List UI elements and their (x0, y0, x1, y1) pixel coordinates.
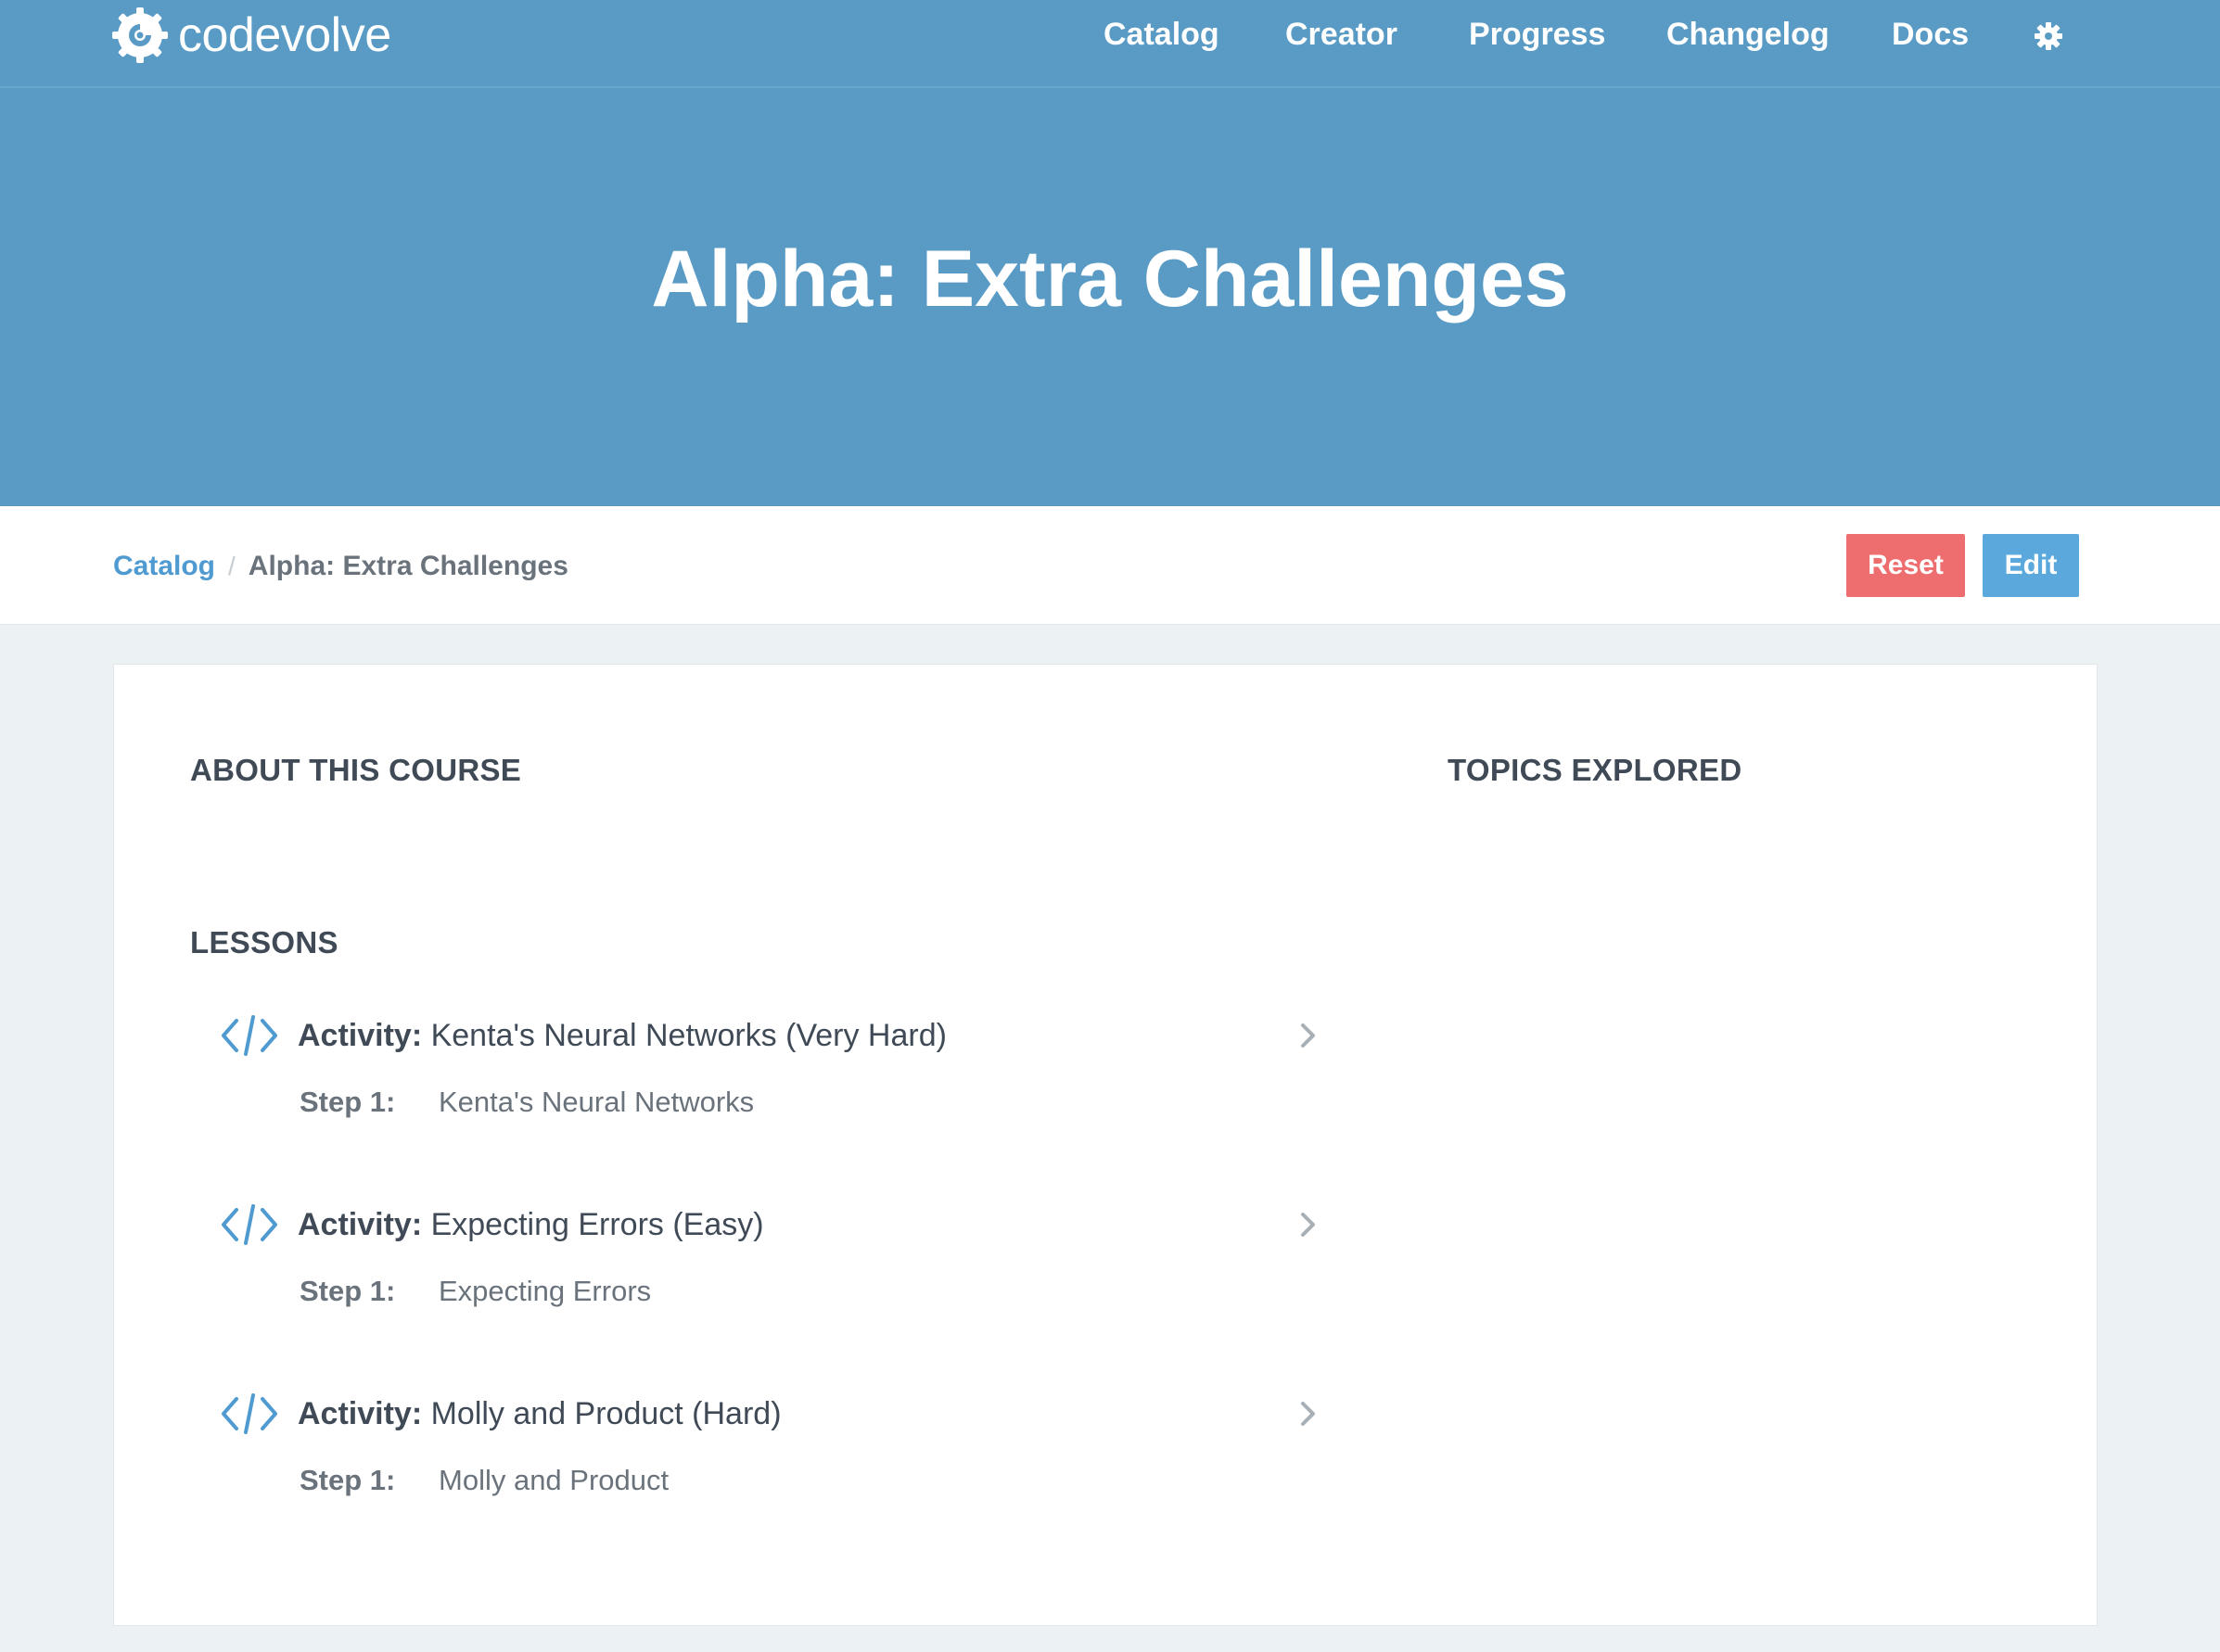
lesson-item: Activity: Molly and Product (Hard) Step … (218, 1386, 1331, 1562)
about-heading: ABOUT THIS COURSE (190, 753, 522, 787)
breadcrumb-current: Alpha: Extra Challenges (248, 551, 568, 581)
breadcrumb: Catalog / Alpha: Extra Challenges (113, 551, 568, 582)
course-content-card: ABOUT THIS COURSE TOPICS EXPLORED LESSON… (113, 664, 2098, 1626)
chevron-right-icon[interactable] (1298, 1210, 1319, 1239)
course-title: Alpha: Extra Challenges (651, 235, 1569, 324)
lesson-title: Activity: Expecting Errors (Easy) (298, 1207, 764, 1243)
chevron-right-icon[interactable] (1298, 1021, 1319, 1050)
lesson-name: Kenta's Neural Networks (Very Hard) (430, 1017, 947, 1053)
code-icon (222, 1204, 277, 1245)
lesson-item: Activity: Expecting Errors (Easy) Step 1… (218, 1197, 1331, 1373)
nav-link-changelog[interactable]: Changelog (1666, 17, 1830, 53)
lesson-name: Expecting Errors (Easy) (430, 1206, 764, 1242)
brand-name: codevolve (178, 8, 391, 62)
lesson-header[interactable]: Activity: Expecting Errors (Easy) (218, 1197, 1331, 1252)
nav-link-catalog[interactable]: Catalog (1104, 17, 1219, 53)
lesson-title: Activity: Kenta's Neural Networks (Very … (298, 1018, 947, 1054)
topics-heading: TOPICS EXPLORED (1448, 753, 1742, 787)
edit-button[interactable]: Edit (1983, 534, 2079, 597)
step-label: Step 1: (300, 1464, 396, 1496)
lesson-kind: Activity: (298, 1017, 423, 1053)
breadcrumb-separator: / (228, 552, 236, 580)
lesson-kind: Activity: (298, 1395, 423, 1431)
course-hero: Alpha: Extra Challenges (0, 88, 2220, 506)
codevolve-logo-icon (112, 7, 168, 63)
lesson-kind: Activity: (298, 1206, 423, 1242)
lesson-header[interactable]: Activity: Kenta's Neural Networks (Very … (218, 1008, 1331, 1063)
lesson-item: Activity: Kenta's Neural Networks (Very … (218, 1008, 1331, 1184)
step-link[interactable]: Molly and Product (439, 1464, 669, 1497)
nav-link-progress[interactable]: Progress (1469, 17, 1605, 53)
gear-icon (2035, 22, 2062, 50)
brand-logo[interactable]: codevolve (111, 6, 391, 65)
nav-link-creator[interactable]: Creator (1285, 17, 1397, 53)
lesson-step: Step 1: Molly and Product (300, 1464, 669, 1497)
lesson-title: Activity: Molly and Product (Hard) (298, 1396, 782, 1432)
lesson-header[interactable]: Activity: Molly and Product (Hard) (218, 1386, 1331, 1442)
chevron-right-icon[interactable] (1298, 1399, 1319, 1429)
step-link[interactable]: Expecting Errors (439, 1275, 651, 1308)
reset-button[interactable]: Reset (1846, 534, 1965, 597)
lessons-heading: LESSONS (190, 925, 338, 959)
code-icon (222, 1015, 277, 1056)
settings-button[interactable] (2033, 20, 2064, 52)
breadcrumb-bar: Catalog / Alpha: Extra Challenges Reset … (0, 506, 2220, 625)
lesson-step: Step 1: Kenta's Neural Networks (300, 1086, 754, 1119)
lesson-step: Step 1: Expecting Errors (300, 1275, 651, 1308)
top-navbar: codevolve Catalog Creator Progress Chang… (0, 0, 2220, 88)
step-label: Step 1: (300, 1275, 396, 1307)
step-link[interactable]: Kenta's Neural Networks (439, 1086, 754, 1119)
nav-link-docs[interactable]: Docs (1892, 17, 1969, 53)
breadcrumb-catalog-link[interactable]: Catalog (113, 551, 215, 582)
code-icon (222, 1393, 277, 1434)
step-label: Step 1: (300, 1086, 396, 1118)
lesson-name: Molly and Product (Hard) (430, 1395, 782, 1431)
